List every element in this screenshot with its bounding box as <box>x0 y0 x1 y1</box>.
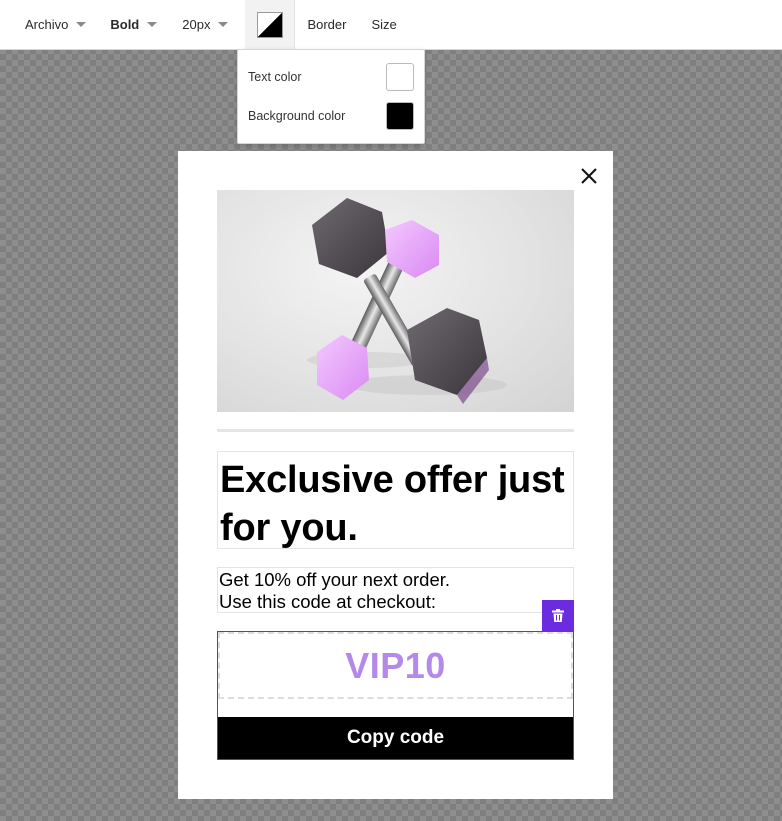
chevron-down-icon <box>76 22 87 27</box>
subtext-line-1: Get 10% off your next order. <box>219 569 451 590</box>
color-swatch-icon <box>256 11 283 38</box>
background-color-row[interactable]: Background color <box>248 102 414 130</box>
editor-toolbar: Archivo Bold 20px Border Size <box>0 0 782 50</box>
color-picker-button[interactable] <box>245 0 296 50</box>
chevron-down-icon <box>147 22 158 27</box>
text-color-swatch[interactable] <box>386 63 414 91</box>
delete-button[interactable] <box>542 600 574 631</box>
text-color-label: Text color <box>248 70 302 84</box>
border-button[interactable]: Border <box>307 0 346 50</box>
size-label: Size <box>371 17 397 32</box>
subtext-line-2: Use this code at checkout: <box>219 591 436 612</box>
font-family-label: Archivo <box>25 17 69 32</box>
subtext-block[interactable]: Get 10% off your next order. Use this co… <box>217 567 574 613</box>
discount-code-block[interactable]: VIP10 Copy code <box>217 631 574 760</box>
hero-image <box>217 190 574 412</box>
trash-icon <box>552 609 564 622</box>
size-button[interactable]: Size <box>371 0 396 50</box>
discount-code[interactable]: VIP10 <box>218 632 573 699</box>
headline-text[interactable]: Exclusive offer just for you. <box>217 451 574 549</box>
font-weight-dropdown[interactable]: Bold <box>110 0 158 50</box>
font-family-dropdown[interactable]: Archivo <box>25 0 87 50</box>
background-color-swatch[interactable] <box>386 102 414 130</box>
font-size-label: 20px <box>182 17 211 32</box>
chevron-down-icon <box>218 22 229 27</box>
font-weight-label: Bold <box>110 17 140 32</box>
border-label: Border <box>307 17 347 32</box>
copy-code-button[interactable]: Copy code <box>218 717 573 759</box>
offer-popup: Exclusive offer just for you. Get 10% of… <box>178 151 613 799</box>
divider-line <box>217 429 574 432</box>
text-color-row[interactable]: Text color <box>248 63 414 91</box>
color-dropdown-menu: Text color Background color <box>237 49 425 144</box>
close-icon[interactable] <box>578 165 600 187</box>
background-color-label: Background color <box>248 109 346 123</box>
font-size-dropdown[interactable]: 20px <box>182 0 229 50</box>
